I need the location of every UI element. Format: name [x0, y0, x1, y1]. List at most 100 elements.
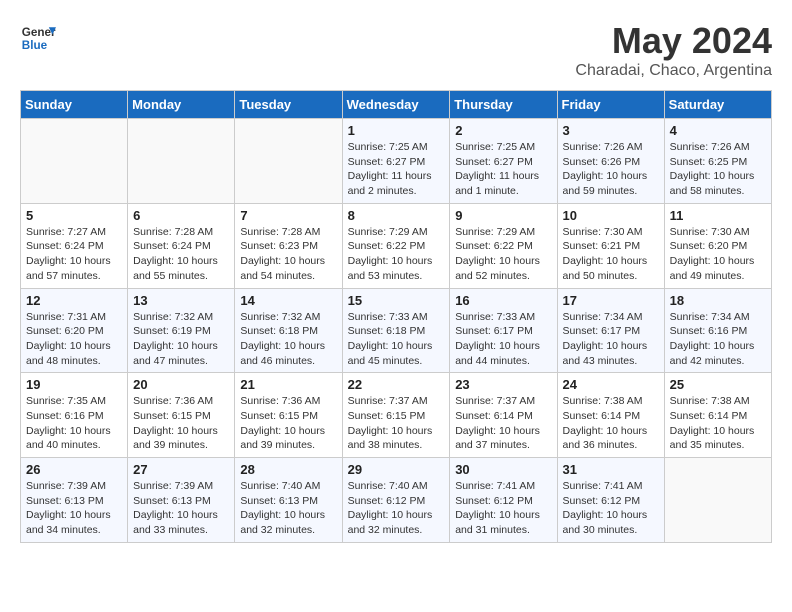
day-number: 2 [455, 123, 551, 138]
day-cell: 8 Sunrise: 7:29 AM Sunset: 6:22 PM Daylig… [342, 203, 450, 288]
week-row-3: 12 Sunrise: 7:31 AM Sunset: 6:20 PM Dayli… [21, 288, 772, 373]
day-cell [21, 119, 128, 204]
col-header-wednesday: Wednesday [342, 91, 450, 119]
location-title: Charadai, Chaco, Argentina [575, 62, 772, 80]
day-detail: Sunrise: 7:36 AM Sunset: 6:15 PM Dayligh… [133, 394, 229, 453]
day-cell [235, 119, 342, 204]
day-number: 21 [240, 377, 336, 392]
day-cell [664, 458, 771, 543]
week-row-5: 26 Sunrise: 7:39 AM Sunset: 6:13 PM Dayli… [21, 458, 772, 543]
week-row-4: 19 Sunrise: 7:35 AM Sunset: 6:16 PM Dayli… [21, 373, 772, 458]
title-block: May 2024 Charadai, Chaco, Argentina [575, 20, 772, 80]
day-number: 12 [26, 293, 122, 308]
day-detail: Sunrise: 7:37 AM Sunset: 6:14 PM Dayligh… [455, 394, 551, 453]
day-cell: 15 Sunrise: 7:33 AM Sunset: 6:18 PM Dayli… [342, 288, 450, 373]
col-header-thursday: Thursday [450, 91, 557, 119]
day-number: 31 [563, 462, 659, 477]
day-cell: 30 Sunrise: 7:41 AM Sunset: 6:12 PM Dayli… [450, 458, 557, 543]
day-cell: 12 Sunrise: 7:31 AM Sunset: 6:20 PM Dayli… [21, 288, 128, 373]
day-number: 15 [348, 293, 445, 308]
day-number: 1 [348, 123, 445, 138]
day-detail: Sunrise: 7:26 AM Sunset: 6:26 PM Dayligh… [563, 140, 659, 199]
day-number: 17 [563, 293, 659, 308]
day-detail: Sunrise: 7:33 AM Sunset: 6:17 PM Dayligh… [455, 310, 551, 369]
day-cell: 26 Sunrise: 7:39 AM Sunset: 6:13 PM Dayli… [21, 458, 128, 543]
day-detail: Sunrise: 7:28 AM Sunset: 6:24 PM Dayligh… [133, 225, 229, 284]
day-cell: 17 Sunrise: 7:34 AM Sunset: 6:17 PM Dayli… [557, 288, 664, 373]
day-cell: 25Sunrise: 7:38 AM Sunset: 6:14 PM Dayli… [664, 373, 771, 458]
day-detail: Sunrise: 7:38 AM Sunset: 6:14 PM Dayligh… [563, 394, 659, 453]
month-title: May 2024 [575, 20, 772, 62]
day-cell: 13 Sunrise: 7:32 AM Sunset: 6:19 PM Dayli… [128, 288, 235, 373]
day-detail: Sunrise: 7:34 AM Sunset: 6:17 PM Dayligh… [563, 310, 659, 369]
page-header: General Blue May 2024 Charadai, Chaco, A… [20, 20, 772, 80]
day-detail: Sunrise: 7:35 AM Sunset: 6:16 PM Dayligh… [26, 394, 122, 453]
day-number: 25 [670, 377, 766, 392]
day-number: 7 [240, 208, 336, 223]
day-number: 26 [26, 462, 122, 477]
day-cell: 19 Sunrise: 7:35 AM Sunset: 6:16 PM Dayli… [21, 373, 128, 458]
day-cell: 5 Sunrise: 7:27 AM Sunset: 6:24 PM Daylig… [21, 203, 128, 288]
day-detail: Sunrise: 7:41 AM Sunset: 6:12 PM Dayligh… [455, 479, 551, 538]
day-detail: Sunrise: 7:40 AM Sunset: 6:12 PM Dayligh… [348, 479, 445, 538]
svg-text:Blue: Blue [22, 39, 48, 52]
day-detail: Sunrise: 7:39 AM Sunset: 6:13 PM Dayligh… [26, 479, 122, 538]
day-number: 10 [563, 208, 659, 223]
day-number: 18 [670, 293, 766, 308]
day-detail: Sunrise: 7:37 AM Sunset: 6:15 PM Dayligh… [348, 394, 445, 453]
day-number: 14 [240, 293, 336, 308]
day-cell: 9 Sunrise: 7:29 AM Sunset: 6:22 PM Daylig… [450, 203, 557, 288]
day-number: 20 [133, 377, 229, 392]
day-number: 29 [348, 462, 445, 477]
day-number: 19 [26, 377, 122, 392]
day-cell: 7 Sunrise: 7:28 AM Sunset: 6:23 PM Daylig… [235, 203, 342, 288]
day-detail: Sunrise: 7:25 AM Sunset: 6:27 PM Dayligh… [348, 140, 445, 199]
day-number: 23 [455, 377, 551, 392]
day-cell: 21 Sunrise: 7:36 AM Sunset: 6:15 PM Dayli… [235, 373, 342, 458]
week-row-1: 1 Sunrise: 7:25 AM Sunset: 6:27 PM Daylig… [21, 119, 772, 204]
day-cell: 1 Sunrise: 7:25 AM Sunset: 6:27 PM Daylig… [342, 119, 450, 204]
day-number: 16 [455, 293, 551, 308]
col-header-monday: Monday [128, 91, 235, 119]
col-header-friday: Friday [557, 91, 664, 119]
day-detail: Sunrise: 7:28 AM Sunset: 6:23 PM Dayligh… [240, 225, 336, 284]
day-detail: Sunrise: 7:30 AM Sunset: 6:20 PM Dayligh… [670, 225, 766, 284]
calendar-table: SundayMondayTuesdayWednesdayThursdayFrid… [20, 90, 772, 543]
col-header-saturday: Saturday [664, 91, 771, 119]
day-number: 27 [133, 462, 229, 477]
day-number: 3 [563, 123, 659, 138]
day-cell: 31 Sunrise: 7:41 AM Sunset: 6:12 PM Dayli… [557, 458, 664, 543]
day-number: 24 [563, 377, 659, 392]
calendar-header-row: SundayMondayTuesdayWednesdayThursdayFrid… [21, 91, 772, 119]
day-detail: Sunrise: 7:31 AM Sunset: 6:20 PM Dayligh… [26, 310, 122, 369]
day-cell: 4Sunrise: 7:26 AM Sunset: 6:25 PM Daylig… [664, 119, 771, 204]
day-cell: 2 Sunrise: 7:25 AM Sunset: 6:27 PM Daylig… [450, 119, 557, 204]
week-row-2: 5 Sunrise: 7:27 AM Sunset: 6:24 PM Daylig… [21, 203, 772, 288]
day-cell: 16 Sunrise: 7:33 AM Sunset: 6:17 PM Dayli… [450, 288, 557, 373]
day-cell: 23 Sunrise: 7:37 AM Sunset: 6:14 PM Dayli… [450, 373, 557, 458]
day-cell: 27Sunrise: 7:39 AM Sunset: 6:13 PM Dayli… [128, 458, 235, 543]
day-cell: 14Sunrise: 7:32 AM Sunset: 6:18 PM Dayli… [235, 288, 342, 373]
day-detail: Sunrise: 7:29 AM Sunset: 6:22 PM Dayligh… [455, 225, 551, 284]
day-detail: Sunrise: 7:26 AM Sunset: 6:25 PM Dayligh… [670, 140, 766, 199]
day-detail: Sunrise: 7:41 AM Sunset: 6:12 PM Dayligh… [563, 479, 659, 538]
day-detail: Sunrise: 7:40 AM Sunset: 6:13 PM Dayligh… [240, 479, 336, 538]
day-detail: Sunrise: 7:32 AM Sunset: 6:19 PM Dayligh… [133, 310, 229, 369]
day-number: 30 [455, 462, 551, 477]
day-detail: Sunrise: 7:27 AM Sunset: 6:24 PM Dayligh… [26, 225, 122, 284]
day-detail: Sunrise: 7:33 AM Sunset: 6:18 PM Dayligh… [348, 310, 445, 369]
day-number: 5 [26, 208, 122, 223]
day-cell: 29 Sunrise: 7:40 AM Sunset: 6:12 PM Dayli… [342, 458, 450, 543]
day-detail: Sunrise: 7:25 AM Sunset: 6:27 PM Dayligh… [455, 140, 551, 199]
day-cell: 22Sunrise: 7:37 AM Sunset: 6:15 PM Dayli… [342, 373, 450, 458]
day-detail: Sunrise: 7:30 AM Sunset: 6:21 PM Dayligh… [563, 225, 659, 284]
day-number: 13 [133, 293, 229, 308]
col-header-tuesday: Tuesday [235, 91, 342, 119]
day-detail: Sunrise: 7:36 AM Sunset: 6:15 PM Dayligh… [240, 394, 336, 453]
col-header-sunday: Sunday [21, 91, 128, 119]
day-cell: 11Sunrise: 7:30 AM Sunset: 6:20 PM Dayli… [664, 203, 771, 288]
day-cell: 28Sunrise: 7:40 AM Sunset: 6:13 PM Dayli… [235, 458, 342, 543]
day-number: 9 [455, 208, 551, 223]
day-number: 8 [348, 208, 445, 223]
day-detail: Sunrise: 7:29 AM Sunset: 6:22 PM Dayligh… [348, 225, 445, 284]
